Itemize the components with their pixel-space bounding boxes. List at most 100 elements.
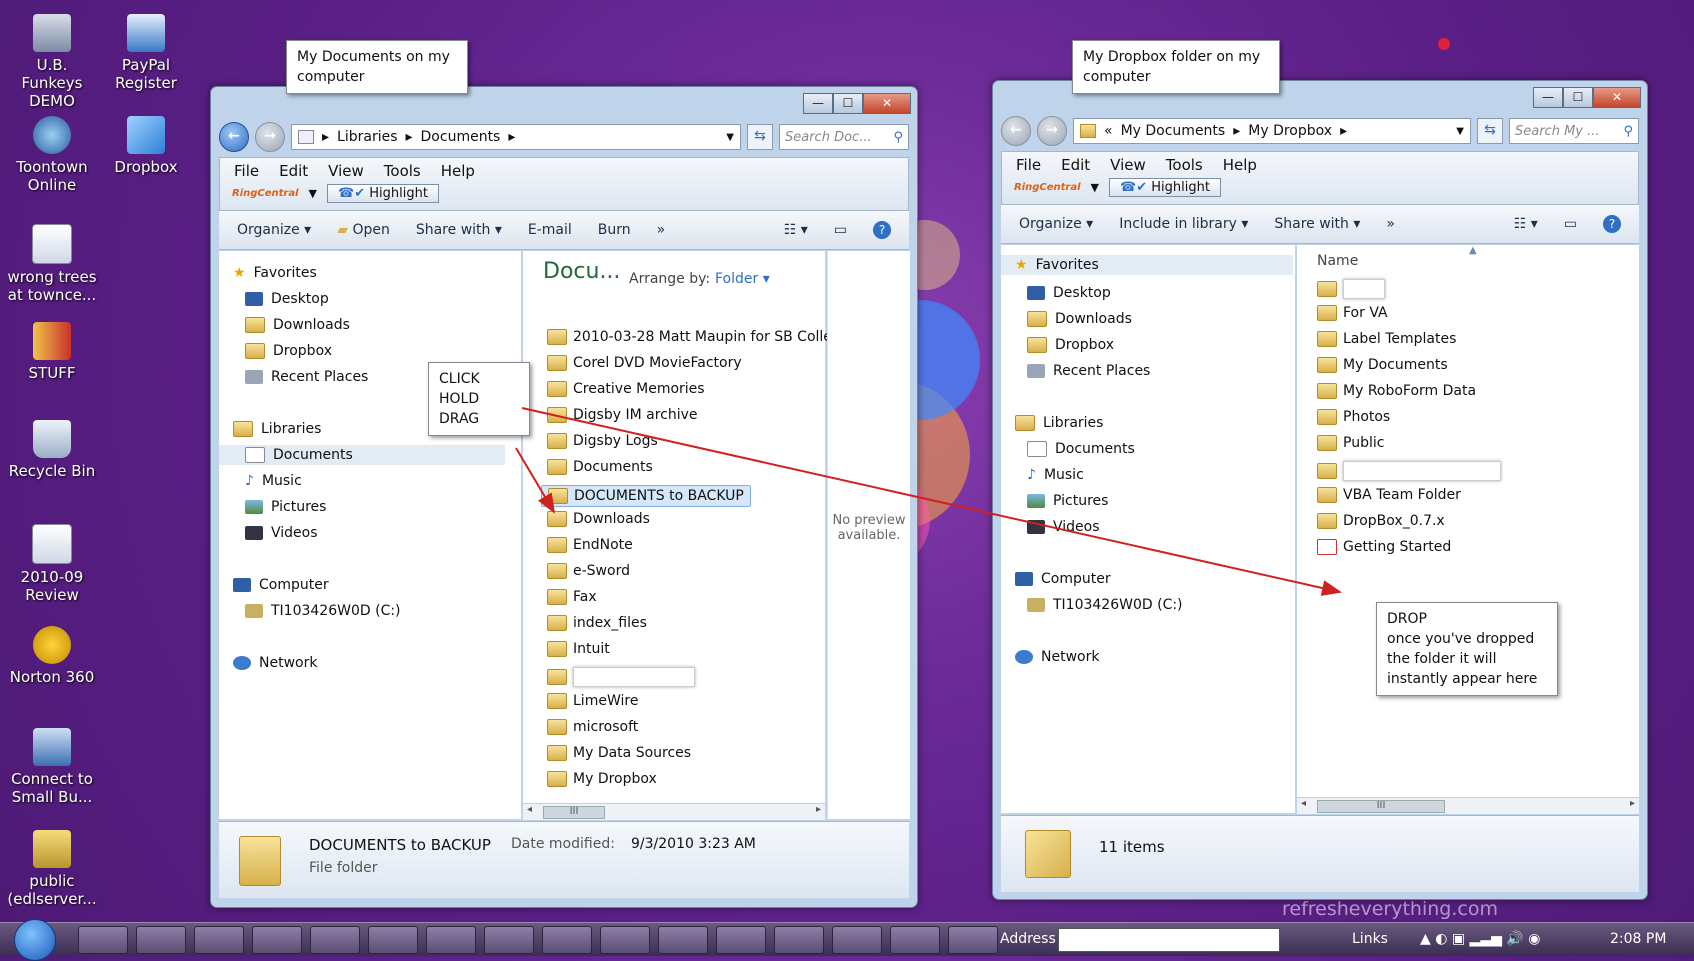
links-label[interactable]: Links bbox=[1352, 931, 1388, 947]
file-item[interactable]: Documents bbox=[547, 459, 653, 475]
nav-recent-places[interactable]: Recent Places bbox=[1027, 363, 1150, 379]
breadcrumb-libraries[interactable]: Libraries bbox=[337, 129, 397, 145]
preview-pane-icon[interactable]: ▭ bbox=[1564, 216, 1577, 232]
desktop-icon-wrong-trees[interactable]: wrong trees at townce... bbox=[4, 224, 100, 304]
nav-music[interactable]: ♪ Music bbox=[1027, 467, 1084, 483]
view-options-icon[interactable]: ☷ ▾ bbox=[1514, 216, 1538, 232]
nav-videos[interactable]: Videos bbox=[1027, 519, 1100, 535]
breadcrumb-documents[interactable]: Documents bbox=[421, 129, 501, 145]
taskbar-skype[interactable] bbox=[252, 926, 302, 954]
nav-libraries[interactable]: Libraries bbox=[1015, 415, 1103, 431]
file-item[interactable]: e-Sword bbox=[547, 563, 630, 579]
file-item[interactable]: My Data Sources bbox=[547, 745, 691, 761]
menu-tools[interactable]: Tools bbox=[384, 162, 421, 180]
file-item[interactable]: 2010-03-28 Matt Maupin for SB College bbox=[547, 329, 849, 345]
clock[interactable]: 2:08 PM bbox=[1610, 931, 1666, 947]
maximize-button[interactable]: ☐ bbox=[833, 93, 863, 114]
menu-view[interactable]: View bbox=[328, 162, 364, 180]
open-button[interactable]: ▰ Open bbox=[337, 222, 390, 238]
highlight-button[interactable]: ☎✔ Highlight bbox=[327, 184, 439, 203]
taskbar-ie[interactable] bbox=[136, 926, 186, 954]
nav-dropbox[interactable]: Dropbox bbox=[245, 343, 332, 359]
file-item[interactable] bbox=[1317, 279, 1385, 299]
file-item[interactable]: Digsby Logs bbox=[547, 433, 658, 449]
file-item[interactable]: DOCUMENTS to BACKUP bbox=[541, 485, 751, 507]
file-item[interactable] bbox=[1317, 461, 1501, 481]
refresh-button[interactable]: ⇆ bbox=[747, 124, 773, 150]
scroll-right-arrow[interactable]: ▸ bbox=[1630, 798, 1635, 809]
file-item[interactable]: VBA Team Folder bbox=[1317, 487, 1461, 503]
highlight-button[interactable]: ☎✔ Highlight bbox=[1109, 178, 1221, 197]
breadcrumb-overflow[interactable]: « bbox=[1104, 123, 1113, 139]
breadcrumb-my-documents[interactable]: My Documents bbox=[1121, 123, 1226, 139]
organize-button[interactable]: Organize ▾ bbox=[1019, 216, 1093, 232]
taskbar-app-12[interactable] bbox=[890, 926, 940, 954]
nav-music[interactable]: ♪ Music bbox=[245, 473, 302, 489]
column-header-name[interactable]: Name bbox=[1317, 253, 1358, 269]
desktop-icon-toontown[interactable]: Toontown Online bbox=[4, 116, 100, 194]
nav-videos[interactable]: Videos bbox=[245, 525, 318, 541]
file-item[interactable]: microsoft bbox=[547, 719, 638, 735]
chevron-down-icon[interactable]: ▼ bbox=[309, 187, 317, 200]
more-commands-button[interactable]: » bbox=[1386, 216, 1395, 232]
nav-downloads[interactable]: Downloads bbox=[245, 317, 350, 333]
address-bar[interactable]: « My Documents ▸ My Dropbox ▸ ▼ bbox=[1073, 118, 1471, 144]
nav-computer[interactable]: Computer bbox=[1015, 571, 1111, 587]
burn-button[interactable]: Burn bbox=[598, 222, 631, 238]
menu-edit[interactable]: Edit bbox=[1061, 156, 1090, 174]
file-item[interactable]: LimeWire bbox=[547, 693, 638, 709]
nav-pictures[interactable]: Pictures bbox=[245, 499, 326, 515]
back-button[interactable]: ← bbox=[219, 122, 249, 152]
nav-pictures[interactable]: Pictures bbox=[1027, 493, 1108, 509]
file-item[interactable]: Downloads bbox=[547, 511, 650, 527]
search-input[interactable]: Search Doc... ⚲ bbox=[779, 124, 909, 150]
file-item[interactable]: Label Templates bbox=[1317, 331, 1456, 347]
file-item[interactable]: My Dropbox bbox=[547, 771, 657, 787]
file-item[interactable] bbox=[547, 667, 695, 687]
close-button[interactable]: ✕ bbox=[863, 93, 911, 114]
organize-button[interactable]: Organize ▾ bbox=[237, 222, 311, 238]
taskbar-app-11[interactable] bbox=[832, 926, 882, 954]
menu-file[interactable]: File bbox=[234, 162, 259, 180]
nav-documents[interactable]: Documents bbox=[219, 445, 505, 465]
nav-recent-places[interactable]: Recent Places bbox=[245, 369, 368, 385]
file-item[interactable]: Intuit bbox=[547, 641, 610, 657]
desktop-icon-review[interactable]: 2010-09 Review bbox=[4, 524, 100, 604]
desktop-icon-paypal[interactable]: PayPal Register bbox=[98, 14, 194, 92]
help-icon[interactable]: ? bbox=[1603, 215, 1621, 233]
menu-view[interactable]: View bbox=[1110, 156, 1146, 174]
taskbar-app-9[interactable] bbox=[716, 926, 766, 954]
file-item[interactable]: DropBox_0.7.x bbox=[1317, 513, 1445, 529]
forward-button[interactable]: → bbox=[255, 122, 285, 152]
file-item[interactable]: My Documents bbox=[1317, 357, 1448, 373]
menu-help[interactable]: Help bbox=[441, 162, 475, 180]
desktop-icon-public[interactable]: public (edlserver... bbox=[4, 830, 100, 908]
taskbar-address-input[interactable] bbox=[1058, 928, 1280, 952]
desktop-icon-funkeys[interactable]: U.B. Funkeys DEMO bbox=[4, 14, 100, 110]
nav-downloads[interactable]: Downloads bbox=[1027, 311, 1132, 327]
nav-favorites[interactable]: ★ Favorites bbox=[233, 265, 317, 281]
nav-documents[interactable]: Documents bbox=[1027, 441, 1135, 457]
desktop-icon-stuff[interactable]: STUFF bbox=[4, 322, 100, 382]
taskbar-app-4[interactable] bbox=[426, 926, 476, 954]
nav-favorites[interactable]: ★ Favorites bbox=[1001, 255, 1293, 275]
desktop-icon-norton[interactable]: Norton 360 bbox=[4, 626, 100, 686]
menu-tools[interactable]: Tools bbox=[1166, 156, 1203, 174]
taskbar-app-6[interactable] bbox=[542, 926, 592, 954]
nav-desktop[interactable]: Desktop bbox=[1027, 285, 1111, 301]
back-button[interactable]: ← bbox=[1001, 116, 1031, 146]
taskbar-app-1[interactable] bbox=[194, 926, 244, 954]
chevron-down-icon[interactable]: ▼ bbox=[726, 132, 734, 143]
desktop-icon-dropbox[interactable]: Dropbox bbox=[98, 116, 194, 176]
breadcrumb-my-dropbox[interactable]: My Dropbox bbox=[1248, 123, 1332, 139]
menu-file[interactable]: File bbox=[1016, 156, 1041, 174]
include-in-library-button[interactable]: Include in library ▾ bbox=[1119, 216, 1248, 232]
scroll-thumb[interactable]: III bbox=[1317, 800, 1445, 813]
file-item[interactable]: For VA bbox=[1317, 305, 1388, 321]
file-item[interactable]: Getting Started bbox=[1317, 539, 1451, 555]
notification-icons[interactable]: ▲ ◐ ▣ ▂▃▅ 🔊 ◉ bbox=[1420, 931, 1540, 947]
file-item[interactable]: My RoboForm Data bbox=[1317, 383, 1476, 399]
nav-drive-c[interactable]: TI103426W0D (C:) bbox=[245, 603, 401, 619]
address-bar[interactable]: ▸ Libraries ▸ Documents ▸ ▼ bbox=[291, 124, 741, 150]
chevron-down-icon[interactable]: ▼ bbox=[1456, 126, 1464, 137]
